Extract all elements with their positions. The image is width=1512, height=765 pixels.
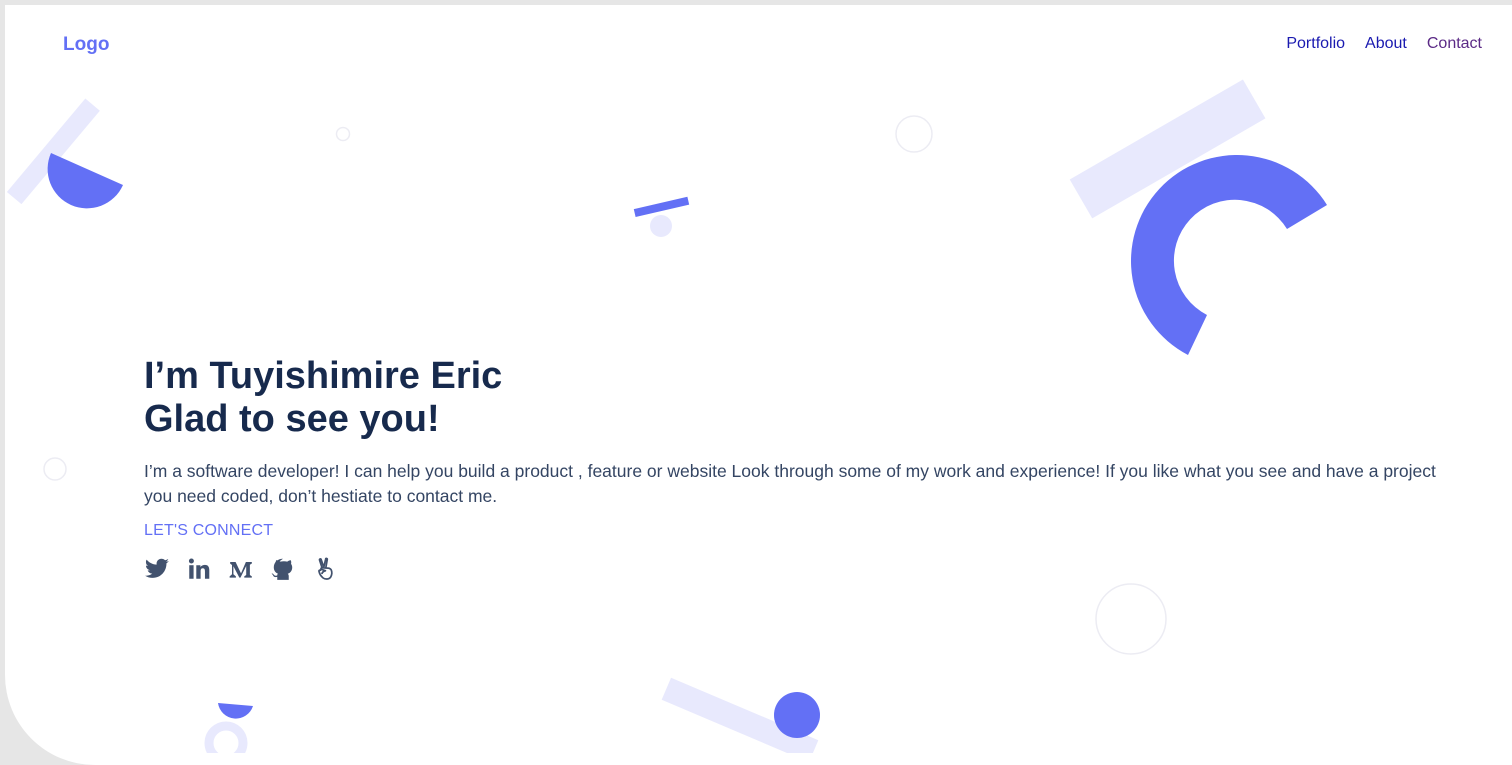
- deco-ring-bottom: [204, 721, 248, 753]
- logo[interactable]: Logo: [63, 34, 109, 56]
- hero-description: I’m a software developer! I can help you…: [144, 461, 1436, 506]
- connect-label: LET'S CONNECT: [144, 522, 274, 539]
- twitter-icon[interactable]: [144, 556, 170, 582]
- deco-ring: [335, 126, 351, 142]
- angellist-icon[interactable]: [312, 556, 338, 582]
- deco-ring: [43, 457, 67, 481]
- deco-half-circle-topleft: [47, 153, 124, 209]
- deco-dot-bottom: [774, 692, 820, 738]
- deco-ring: [1095, 583, 1167, 655]
- hero-title-line-2: Glad to see you!: [144, 398, 440, 440]
- medium-icon[interactable]: [228, 556, 254, 582]
- hero-title: I’m Tuyishimire Eric Glad to see you!: [144, 355, 1444, 441]
- linkedin-icon[interactable]: [186, 556, 212, 582]
- deco-arc-topright: [1131, 155, 1327, 355]
- deco-dot-center: [650, 215, 672, 237]
- social-links: [144, 556, 1444, 582]
- hero-section: I’m Tuyishimire Eric Glad to see you! I’…: [144, 355, 1444, 582]
- deco-bar-center: [633, 196, 690, 217]
- page: Logo Portfolio About Contact I’m Tuyishi…: [5, 5, 1512, 765]
- nav-link-portfolio[interactable]: Portfolio: [1286, 35, 1345, 53]
- deco-ring: [895, 115, 933, 153]
- main-nav: Portfolio About Contact: [1286, 35, 1482, 53]
- nav-link-about[interactable]: About: [1365, 35, 1407, 53]
- nav-link-contact[interactable]: Contact: [1427, 35, 1482, 53]
- github-icon[interactable]: [270, 556, 296, 582]
- hero-title-line-1: I’m Tuyishimire Eric: [144, 355, 503, 397]
- deco-half-circle-bottom: [218, 703, 253, 719]
